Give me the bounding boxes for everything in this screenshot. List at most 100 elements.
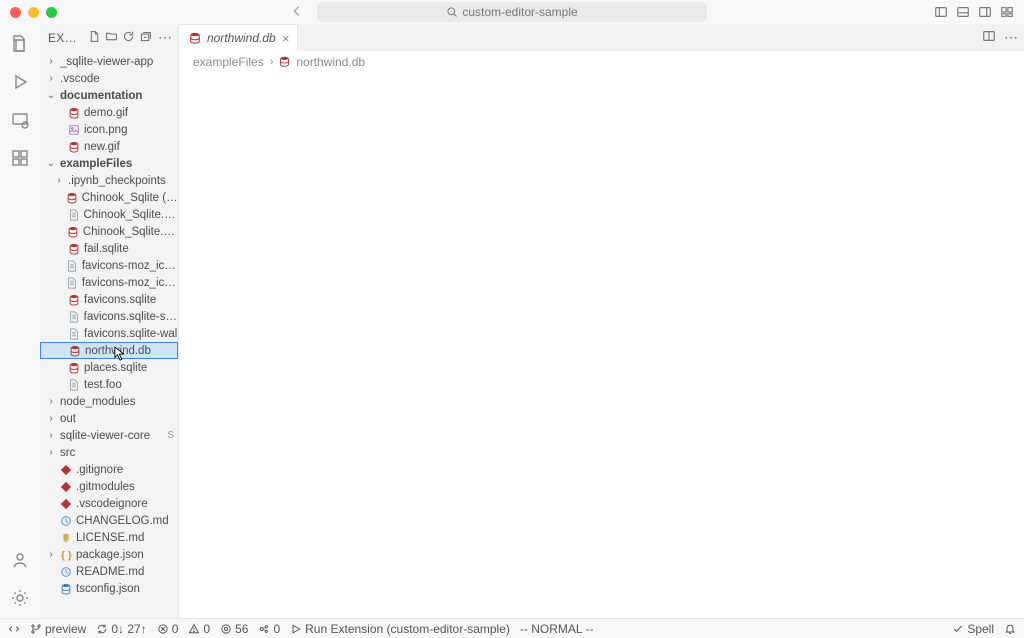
item-label: favicons.sqlite-wal [84, 328, 177, 340]
file-item[interactable]: README.md [40, 563, 178, 580]
file-item[interactable]: northwind.db [40, 342, 178, 359]
file-item[interactable]: tsconfig.json [40, 580, 178, 597]
folder-item[interactable]: ›node_modules [40, 393, 178, 410]
db-icon [69, 345, 81, 357]
file-item[interactable]: Chinook_Sqlite (1).sqlite [40, 189, 178, 206]
new-folder-icon[interactable] [105, 30, 118, 46]
accounts-icon[interactable] [10, 550, 30, 570]
item-label: CHANGELOG.md [76, 515, 169, 527]
chevron-icon: › [54, 175, 64, 186]
folder-item[interactable]: ⌄exampleFiles [40, 155, 178, 172]
chevron-icon [46, 566, 56, 577]
git-icon [60, 481, 72, 493]
settings-icon[interactable] [10, 588, 30, 608]
split-editor-icon[interactable] [982, 29, 996, 46]
img-icon [68, 124, 80, 136]
chevron-icon: › [46, 430, 56, 441]
new-file-icon[interactable] [88, 30, 101, 46]
chevron-icon [54, 243, 64, 254]
remote-explorer-icon[interactable] [10, 110, 30, 130]
folder-item[interactable]: ›.ipynb_checkpoints [40, 172, 178, 189]
nav-back-icon[interactable] [290, 4, 304, 21]
editor-more-icon[interactable]: ⋯ [1004, 29, 1018, 46]
item-label: favicons.sqlite-shm [84, 311, 178, 323]
chevron-icon [54, 294, 64, 305]
file-item[interactable]: new.gif [40, 138, 178, 155]
git-sync[interactable]: 0↓ 27↑ [96, 622, 146, 636]
remote-indicator[interactable] [8, 623, 20, 635]
file-item[interactable]: .gitmodules [40, 478, 178, 495]
file-item[interactable]: ›{ }package.json [40, 546, 178, 563]
lic-icon [60, 532, 72, 544]
chevron-icon [46, 498, 56, 509]
problems-errors[interactable]: 0 [157, 622, 179, 636]
file-item[interactable]: favicons.sqlite-shm [40, 308, 178, 325]
close-icon[interactable]: × [282, 31, 290, 46]
chevron-icon [54, 192, 62, 203]
db-icon [68, 294, 80, 306]
chevron-icon [54, 277, 62, 288]
file-item[interactable]: test.foo [40, 376, 178, 393]
file-item[interactable]: favicons.sqlite-wal [40, 325, 178, 342]
refresh-icon[interactable] [122, 30, 135, 46]
file-item[interactable]: demo.gif [40, 104, 178, 121]
layout-customize-icon[interactable] [1000, 5, 1014, 19]
crumb-file[interactable]: northwind.db [296, 55, 365, 69]
spell-check[interactable]: Spell [952, 622, 994, 636]
run-debug-icon[interactable] [10, 72, 30, 92]
window-maximize[interactable] [46, 7, 57, 18]
item-label: Chinook_Sqlite (1).sqlite [82, 192, 178, 204]
file-tree: ›_sqlite-viewer-app›.vscode⌄documentatio… [40, 51, 178, 618]
sidebar-title: EX… [48, 31, 77, 45]
editor-body [179, 72, 1024, 618]
git-branch[interactable]: preview [30, 622, 86, 636]
notifications-icon[interactable] [1004, 623, 1016, 635]
layout-sidebar-left-icon[interactable] [934, 5, 948, 19]
item-label: .gitmodules [76, 481, 135, 493]
problems-warnings[interactable]: 0 [188, 622, 210, 636]
collapse-all-icon[interactable] [139, 30, 152, 46]
file-item[interactable]: .vscodeignore [40, 495, 178, 512]
extensions-icon[interactable] [10, 148, 30, 168]
file-item[interactable]: favicons-moz_icons-9… [40, 274, 178, 291]
chevron-icon [54, 226, 63, 237]
git-icon [60, 464, 72, 476]
file-item[interactable]: CHANGELOG.md [40, 512, 178, 529]
file-item[interactable]: Chinook_Sqlite.dbx [40, 206, 178, 223]
debug-launch[interactable]: Run Extension (custom-editor-sample) [290, 622, 510, 636]
file-item[interactable]: favicons.sqlite [40, 291, 178, 308]
crumb-folder[interactable]: exampleFiles [193, 55, 264, 69]
breadcrumbs[interactable]: exampleFiles › northwind.db [179, 51, 1024, 72]
more-actions-icon[interactable]: ⋯ [156, 30, 174, 46]
window-minimize[interactable] [28, 7, 39, 18]
item-label: src [60, 447, 75, 459]
folder-item[interactable]: ›.vscode [40, 70, 178, 87]
tab-northwind[interactable]: northwind.db × [179, 24, 298, 51]
file-item[interactable]: fail.sqlite [40, 240, 178, 257]
explorer-icon[interactable] [10, 34, 30, 54]
ports-status[interactable]: 0 [258, 622, 280, 636]
file-item[interactable]: places.sqlite [40, 359, 178, 376]
file-item[interactable]: Chinook_Sqlite.sqlite [40, 223, 178, 240]
file-item[interactable]: favicons-moz_icons-7… [40, 257, 178, 274]
chevron-icon [54, 107, 64, 118]
search-icon [446, 6, 458, 18]
item-label: LICENSE.md [76, 532, 144, 544]
folder-item[interactable]: ›sqlite-viewer-coreS [40, 427, 178, 444]
window-close[interactable] [10, 7, 21, 18]
tab-actions: ⋯ [982, 29, 1018, 46]
folder-item[interactable]: ›src [40, 444, 178, 461]
file-item[interactable]: LICENSE.md [40, 529, 178, 546]
activity-bar [0, 24, 40, 618]
folder-item[interactable]: ›_sqlite-viewer-app [40, 53, 178, 70]
file-item[interactable]: .gitignore [40, 461, 178, 478]
layout-sidebar-right-icon[interactable] [978, 5, 992, 19]
file-item[interactable]: icon.png [40, 121, 178, 138]
folder-item[interactable]: ›out [40, 410, 178, 427]
command-center[interactable]: custom-editor-sample [317, 2, 707, 22]
folder-item[interactable]: ⌄documentation [40, 87, 178, 104]
gitlens-status[interactable]: 56 [220, 622, 248, 636]
chevron-icon: › [46, 549, 56, 560]
db-icon [68, 141, 80, 153]
layout-panel-icon[interactable] [956, 5, 970, 19]
